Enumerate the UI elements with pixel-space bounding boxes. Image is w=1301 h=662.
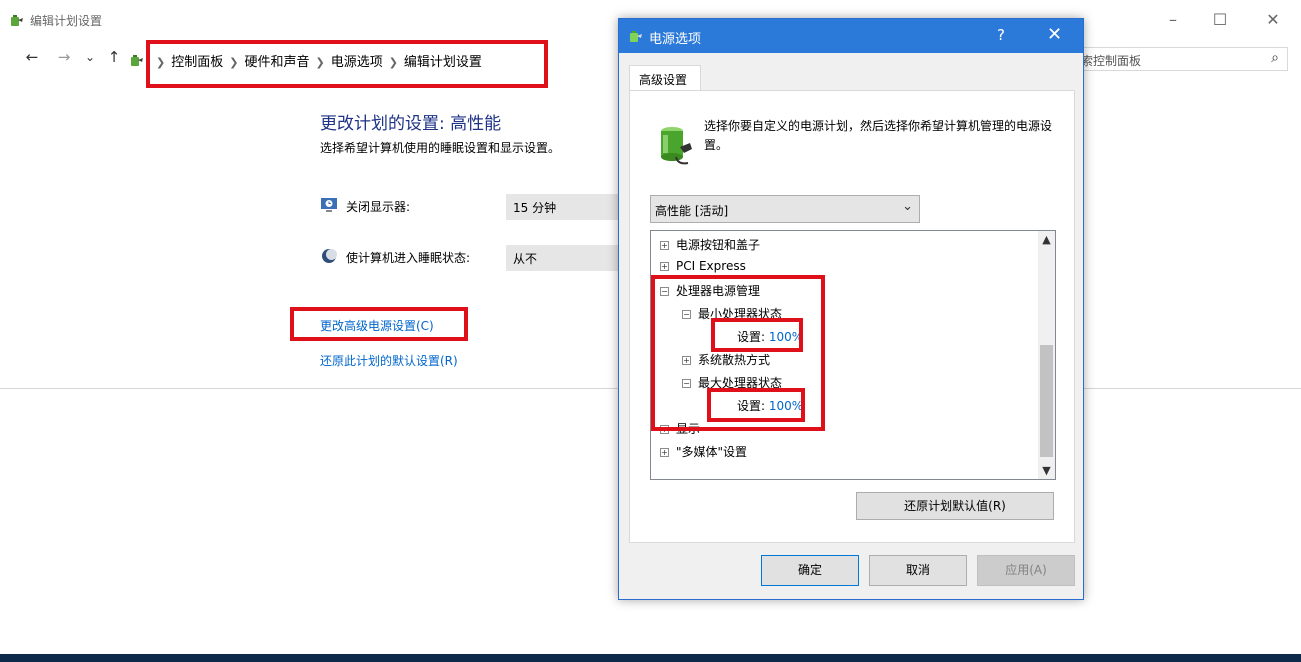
power-options-icon: [630, 31, 642, 42]
display-off-select[interactable]: 15 分钟: [506, 194, 622, 220]
help-button[interactable]: ?: [997, 26, 1005, 44]
window-title: 编辑计划设置: [30, 14, 103, 28]
battery-plug-icon: [661, 127, 692, 165]
sleep-value: 从不: [513, 252, 538, 266]
minimize-button[interactable]: –: [1150, 8, 1196, 32]
chevron-down-icon: ⌄: [902, 199, 913, 214]
breadcrumb-highlight-box: [146, 40, 548, 88]
tab-advanced-settings[interactable]: 高级设置: [629, 65, 701, 91]
cancel-button[interactable]: 取消: [869, 555, 967, 586]
moon-icon: [322, 249, 337, 263]
sleep-select[interactable]: 从不: [506, 245, 622, 271]
tree-item-power-buttons[interactable]: + 电源按钮和盖子: [660, 236, 760, 253]
scroll-down-arrow-icon[interactable]: ▼: [1038, 462, 1055, 479]
page-title: 更改计划的设置: 高性能: [320, 114, 502, 134]
dialog-description: 选择你要自定义的电源计划，然后选择你希望计算机管理的电源设置。: [704, 119, 1053, 152]
power-options-icon: [11, 15, 23, 26]
tab-label: 高级设置: [639, 73, 688, 87]
scroll-up-arrow-icon[interactable]: ▲: [1038, 231, 1055, 248]
search-input[interactable]: 索控制面板 ⌕: [1074, 47, 1288, 71]
forward-arrow-icon[interactable]: →: [54, 48, 74, 68]
up-arrow-icon[interactable]: ↑: [104, 48, 124, 68]
max-value-highlight-box: [707, 388, 805, 422]
sleep-label: 使计算机进入睡眠状态:: [346, 251, 471, 265]
display-off-label: 关闭显示器:: [346, 200, 411, 214]
search-icon[interactable]: ⌕: [1271, 50, 1279, 66]
power-plan-select[interactable]: 高性能 [活动] ⌄: [650, 195, 920, 223]
tree-scrollbar[interactable]: ▲ ▼: [1038, 231, 1055, 479]
dialog-title-bar: 电源选项 ? ✕: [619, 19, 1083, 53]
expand-plus-icon[interactable]: +: [660, 241, 669, 250]
advanced-link-highlight-box: [290, 307, 468, 341]
monitor-icon: [321, 198, 337, 212]
ok-button[interactable]: 确定: [761, 555, 859, 586]
close-button[interactable]: ✕: [1250, 8, 1296, 32]
back-arrow-icon[interactable]: ←: [22, 48, 42, 68]
page-subtitle: 选择希望计算机使用的睡眠设置和显示设置。: [320, 141, 561, 155]
power-options-icon: [131, 55, 143, 66]
power-plan-value: 高性能 [活动]: [655, 204, 729, 218]
min-value-highlight-box: [711, 318, 803, 352]
expand-plus-icon[interactable]: +: [660, 448, 669, 457]
scrollbar-thumb[interactable]: [1040, 345, 1053, 457]
dialog-title: 电源选项: [649, 32, 702, 47]
tree-item-multimedia[interactable]: + "多媒体"设置: [660, 443, 747, 460]
apply-button[interactable]: 应用(A): [977, 555, 1075, 586]
restore-defaults-link[interactable]: 还原此计划的默认设置(R): [320, 352, 458, 369]
tree-item-pci-express[interactable]: + PCI Express: [660, 259, 746, 273]
restore-plan-defaults-button[interactable]: 还原计划默认值(R): [856, 492, 1054, 520]
search-placeholder: 索控制面板: [1081, 54, 1142, 68]
dialog-close-button[interactable]: ✕: [1047, 24, 1062, 45]
display-off-value: 15 分钟: [513, 201, 557, 215]
expand-plus-icon[interactable]: +: [660, 262, 669, 271]
maximize-button[interactable]: ☐: [1197, 8, 1243, 32]
recent-locations-chevron-icon[interactable]: ⌄: [80, 48, 100, 68]
